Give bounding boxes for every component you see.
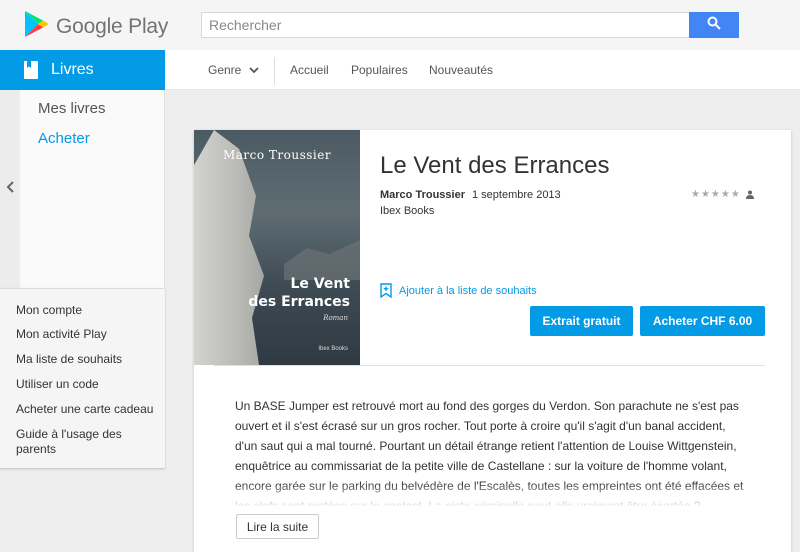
sidebar-section-label: Livres [51, 61, 94, 78]
sidebar-item-my-books[interactable]: Mes livres [38, 100, 106, 117]
book-author-link[interactable]: Marco Troussier [380, 189, 465, 201]
header: Google Play [0, 0, 800, 50]
star-icon: ★★★★★ [691, 189, 741, 200]
cover-title: Le Vent des Errances [248, 275, 350, 311]
sidebar-item-shop[interactable]: Acheter [38, 130, 90, 147]
chevron-down-icon [249, 67, 259, 73]
cover-title-line2: des Errances [248, 294, 350, 310]
sidebar-link-parent-guide[interactable]: Guide à l'usage des parents [16, 427, 136, 457]
sidebar-link-wishlist[interactable]: Ma liste de souhaits [16, 352, 156, 367]
search-bar [201, 12, 739, 38]
book-publisher: Ibex Books [380, 205, 435, 217]
tab-new[interactable]: Nouveautés [429, 63, 493, 77]
bookmark-plus-icon [380, 283, 392, 298]
buy-button[interactable]: Acheter CHF 6.00 [640, 306, 765, 336]
book-title: Le Vent des Errances [380, 152, 610, 179]
book-details-card: Marco Troussier Le Vent des Errances Rom… [194, 130, 791, 552]
book-publish-date: 1 septembre 2013 [472, 189, 561, 201]
cover-rock-shape [194, 130, 264, 365]
wishlist-label: Ajouter à la liste de souhaits [399, 284, 537, 297]
search-button[interactable] [689, 12, 739, 38]
play-logo-icon [24, 10, 50, 43]
sidebar-link-account[interactable]: Mon compte [16, 303, 156, 318]
cover-genre: Roman [323, 314, 348, 322]
free-sample-button[interactable]: Extrait gratuit [530, 306, 633, 336]
genre-dropdown[interactable]: Genre [208, 63, 259, 77]
sidebar-links: Mon compte Mon activité Play Ma liste de… [0, 288, 165, 468]
book-cover: Marco Troussier Le Vent des Errances Rom… [194, 130, 360, 365]
book-icon [24, 61, 38, 79]
person-icon [745, 190, 754, 199]
search-input[interactable] [202, 13, 689, 37]
sidebar-link-redeem[interactable]: Utiliser un code [16, 377, 156, 392]
search-icon [707, 16, 721, 35]
card-divider [214, 365, 765, 366]
cover-publisher: Ibex Books [318, 346, 348, 352]
genre-label: Genre [208, 63, 242, 77]
description-fade [235, 482, 750, 508]
tab-home[interactable]: Accueil [290, 63, 329, 77]
sidebar-sub-nav: Mes livres Acheter [0, 90, 165, 288]
cover-author: Marco Troussier [222, 148, 332, 162]
sidebar-link-activity[interactable]: Mon activité Play [16, 327, 156, 342]
cover-rock-shape-secondary [284, 240, 360, 280]
add-to-wishlist-link[interactable]: Ajouter à la liste de souhaits [380, 283, 537, 298]
sidebar-section-books[interactable]: Livres [0, 50, 165, 90]
logo-text: Google Play [56, 14, 169, 38]
read-more-button[interactable]: Lire la suite [236, 514, 319, 539]
topnav-divider [274, 57, 275, 85]
sidebar-collapse-button[interactable] [0, 90, 20, 288]
sidebar-link-gift-card[interactable]: Acheter une carte cadeau [16, 402, 156, 417]
chevron-left-icon [6, 180, 14, 198]
top-nav: Genre Accueil Populaires Nouveautés [165, 50, 800, 90]
google-play-logo[interactable]: Google Play [24, 10, 168, 43]
cover-title-line1: Le Vent [290, 276, 350, 292]
tab-popular[interactable]: Populaires [351, 63, 408, 77]
rating-stars: ★★★★★ [691, 189, 754, 200]
